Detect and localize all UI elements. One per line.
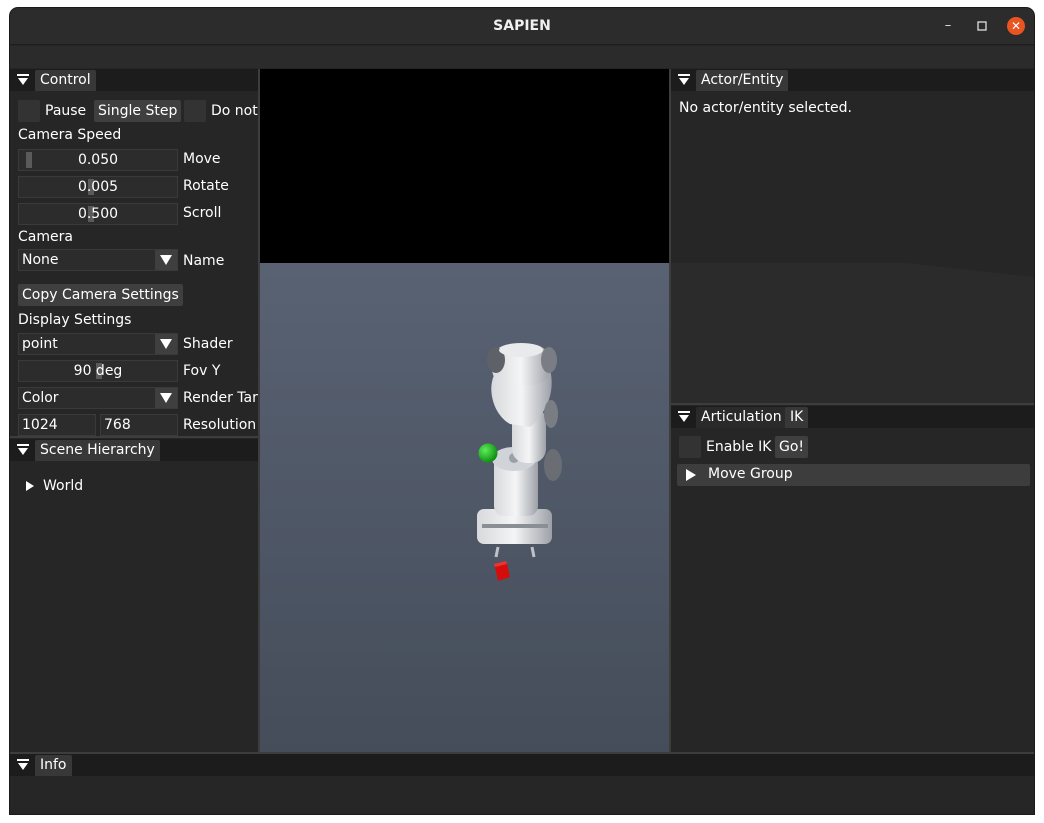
- minimize-icon[interactable]: –: [939, 17, 957, 35]
- articulation-header: Articulation IK: [671, 406, 1034, 428]
- tab-actor-entity[interactable]: Actor/Entity: [696, 70, 789, 91]
- pause-checkbox[interactable]: [18, 100, 40, 122]
- do-not-label: Do not: [211, 103, 258, 119]
- camera-speed-label: Camera Speed: [18, 127, 122, 143]
- move-value: 0.050: [77, 152, 119, 168]
- no-selection-message: No actor/entity selected.: [679, 100, 852, 116]
- scroll-value: 0.500: [77, 206, 119, 222]
- background-floor-strip: [671, 263, 1034, 403]
- info-header: Info: [10, 754, 1034, 776]
- window-title: SAPIEN: [493, 18, 551, 34]
- fov-slider[interactable]: 90 deg: [18, 360, 178, 382]
- maximize-icon[interactable]: [973, 17, 991, 35]
- collapse-arrow-icon[interactable]: [17, 74, 29, 86]
- pause-label: Pause: [45, 103, 87, 119]
- close-icon[interactable]: ✕: [1007, 17, 1025, 35]
- single-step-button[interactable]: Single Step: [94, 100, 182, 122]
- render-target-label: Render Tar: [183, 390, 258, 406]
- tab-articulation[interactable]: Articulation: [696, 407, 787, 428]
- control-panel: Control Pause Single Step Do not Camera …: [10, 69, 258, 436]
- copy-camera-settings-button[interactable]: Copy Camera Settings: [18, 284, 183, 306]
- fov-value: 90 deg: [73, 363, 123, 379]
- viewport-floor: [260, 263, 669, 752]
- tab-info[interactable]: Info: [35, 755, 72, 776]
- move-group-label: Move Group: [708, 466, 793, 482]
- fov-label: Fov Y: [183, 363, 221, 379]
- tab-ik[interactable]: IK: [785, 407, 809, 428]
- resolution-label: Resolution: [183, 417, 257, 433]
- tree-expand-icon[interactable]: [686, 469, 696, 481]
- camera-label: Camera: [18, 229, 73, 245]
- scroll-label: Scroll: [183, 205, 222, 221]
- shader-selected: point: [22, 336, 58, 352]
- chevron-down-icon[interactable]: [155, 388, 177, 408]
- enable-ik-checkbox[interactable]: [679, 436, 701, 458]
- maximize-square: [977, 21, 987, 31]
- resolution-width-input[interactable]: 1024: [18, 414, 96, 436]
- collapse-arrow-icon[interactable]: [17, 444, 29, 456]
- chevron-down-icon[interactable]: [155, 250, 177, 270]
- collapse-arrow-icon[interactable]: [678, 411, 690, 423]
- rotate-value: 0.005: [77, 179, 119, 195]
- tree-item-world[interactable]: World: [43, 478, 83, 494]
- move-label: Move: [183, 151, 221, 167]
- sapien-window: SAPIEN – ✕ Control Pause Single Step Do …: [10, 8, 1034, 814]
- camera-selected: None: [22, 252, 59, 268]
- scene-hierarchy-panel: Scene Hierarchy World: [10, 439, 258, 752]
- shader-label: Shader: [183, 336, 233, 352]
- do-not-checkbox[interactable]: [184, 100, 206, 122]
- menu-bar: [10, 46, 1034, 68]
- scene-hierarchy-header: Scene Hierarchy: [10, 439, 258, 461]
- chevron-down-icon[interactable]: [155, 334, 177, 354]
- tab-scene-hierarchy[interactable]: Scene Hierarchy: [35, 440, 160, 461]
- scroll-speed-slider[interactable]: 0.500: [18, 203, 178, 225]
- tree-expand-icon[interactable]: [26, 481, 34, 491]
- tab-control[interactable]: Control: [35, 70, 96, 91]
- render-target-select[interactable]: Color: [18, 387, 178, 409]
- move-speed-slider[interactable]: 0.050: [18, 149, 178, 171]
- title-bar: SAPIEN – ✕: [10, 8, 1034, 45]
- render-target-selected: Color: [22, 390, 59, 406]
- scene-viewport[interactable]: [260, 69, 669, 752]
- go-button[interactable]: Go!: [775, 436, 809, 458]
- target-sphere[interactable]: [478, 443, 498, 463]
- rotate-speed-slider[interactable]: 0.005: [18, 176, 178, 198]
- enable-ik-label: Enable IK: [706, 439, 772, 455]
- right-panel-divider[interactable]: [671, 403, 1034, 405]
- scene-render[interactable]: [260, 69, 669, 752]
- info-panel: Info: [10, 754, 1034, 814]
- articulation-panel: Articulation IK Enable IK Go! Move Group: [671, 406, 1034, 752]
- display-settings-label: Display Settings: [18, 312, 132, 328]
- resolution-height-input[interactable]: 768: [100, 414, 178, 436]
- shader-select[interactable]: point: [18, 333, 178, 355]
- left-panel-divider[interactable]: [10, 436, 258, 438]
- control-panel-header: Control: [10, 69, 258, 91]
- rotate-label: Rotate: [183, 178, 229, 194]
- move-slider-grab[interactable]: [26, 152, 32, 168]
- actor-entity-header: Actor/Entity: [671, 69, 1034, 91]
- move-group-header[interactable]: Move Group: [677, 464, 1030, 486]
- camera-name-label: Name: [183, 253, 225, 269]
- collapse-arrow-icon[interactable]: [17, 759, 29, 771]
- collapse-arrow-icon[interactable]: [678, 74, 690, 86]
- actor-entity-panel: Actor/Entity No actor/entity selected.: [671, 69, 1034, 403]
- camera-select[interactable]: None: [18, 249, 178, 271]
